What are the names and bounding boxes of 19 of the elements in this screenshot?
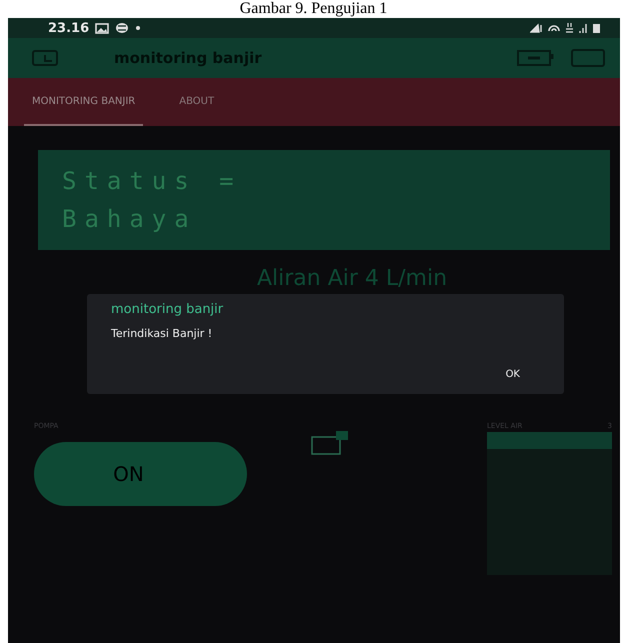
battery-icon[interactable]: [516, 49, 556, 67]
flow-reading: Aliran Air 4 L/min: [256, 266, 448, 292]
tab[interactable]: ABOUT: [171, 78, 222, 126]
lcd-text: Bahaya: [62, 204, 198, 235]
device-icon: [310, 430, 350, 456]
image-icon: [95, 22, 110, 34]
lcd-text: Status =: [62, 166, 243, 197]
ok-button[interactable]: OK: [486, 365, 540, 384]
status-time: 23.16: [48, 20, 90, 36]
battery-icon: [593, 24, 600, 32]
dot-icon: [135, 25, 142, 31]
tab[interactable]: MONITORING BANJIR: [24, 78, 144, 126]
figure-caption: Gambar 9. Pengujian 1: [240, 0, 388, 18]
device-icon[interactable]: [30, 49, 60, 67]
signal-icon: [579, 23, 587, 33]
dialog-message: Terindikasi Banjir !: [111, 327, 214, 340]
square-icon[interactable]: [570, 48, 606, 68]
dialog-title: monitoring banjir: [111, 302, 224, 317]
hotspot-icon: [548, 24, 560, 32]
